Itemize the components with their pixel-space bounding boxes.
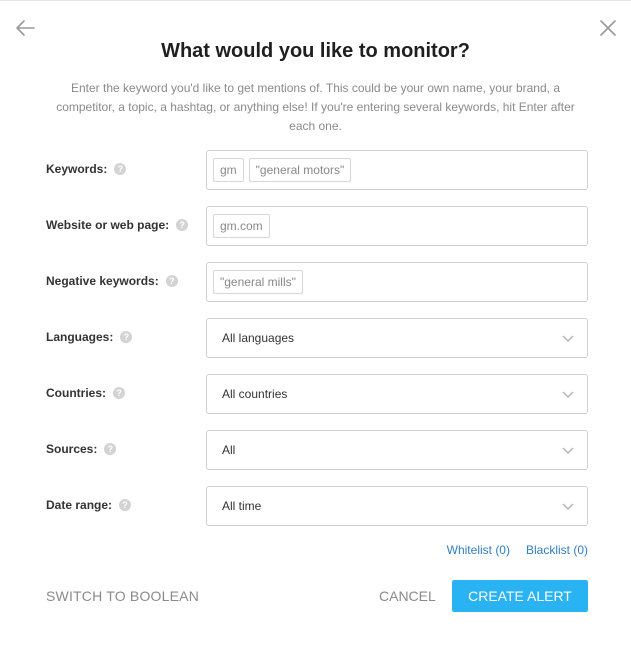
keywords-label: Keywords: ? xyxy=(46,162,127,176)
sources-select[interactable]: All xyxy=(206,430,588,470)
help-icon[interactable]: ? xyxy=(120,331,133,343)
negative-keywords-input[interactable]: "general mills" xyxy=(206,262,588,302)
cancel-button[interactable]: CANCEL xyxy=(379,588,436,604)
date-range-label: Date range: ? xyxy=(46,498,132,512)
website-tag[interactable]: gm.com xyxy=(213,214,270,238)
keywords-row: Keywords: ? gm "general motors" xyxy=(0,150,631,190)
languages-value: All languages xyxy=(222,331,295,345)
chevron-down-icon xyxy=(562,503,574,511)
website-input[interactable]: gm.com xyxy=(206,206,588,246)
date-range-label-text: Date range: xyxy=(46,498,113,512)
dialog-description: Enter the keyword you'd like to get ment… xyxy=(56,81,575,133)
create-alert-button[interactable]: CREATE ALERT xyxy=(452,580,588,612)
close-icon[interactable] xyxy=(598,18,618,38)
date-range-value: All time xyxy=(222,499,262,513)
negative-keyword-tag[interactable]: "general mills" xyxy=(213,270,303,294)
help-icon[interactable]: ? xyxy=(104,443,117,455)
countries-label: Countries: ? xyxy=(46,386,125,400)
sources-label-text: Sources: xyxy=(46,442,98,456)
countries-value: All countries xyxy=(222,387,288,401)
countries-row: Countries: ? All countries xyxy=(0,374,631,414)
keyword-tag[interactable]: "general motors" xyxy=(248,158,352,182)
negative-keywords-label: Negative keywords: ? xyxy=(46,274,178,288)
switch-to-boolean-button[interactable]: SWITCH TO BOOLEAN xyxy=(46,588,199,604)
sources-value: All xyxy=(222,443,236,457)
website-label: Website or web page: ? xyxy=(46,218,189,232)
keyword-tag[interactable]: gm xyxy=(213,158,244,182)
languages-select[interactable]: All languages xyxy=(206,318,588,358)
chevron-down-icon xyxy=(562,335,574,343)
countries-label-text: Countries: xyxy=(46,386,106,400)
date-range-select[interactable]: All time xyxy=(206,486,588,526)
languages-label-text: Languages: xyxy=(46,330,114,344)
help-icon[interactable]: ? xyxy=(113,387,125,399)
languages-row: Languages: ? All languages xyxy=(0,318,631,358)
help-icon[interactable]: ? xyxy=(176,219,189,231)
website-label-text: Website or web page: xyxy=(46,218,170,232)
countries-select[interactable]: All countries xyxy=(206,374,588,414)
keywords-label-text: Keywords: xyxy=(46,162,108,176)
languages-label: Languages: ? xyxy=(46,330,133,344)
chevron-down-icon xyxy=(562,447,574,455)
sources-row: Sources: ? All xyxy=(0,430,631,470)
negative-keywords-row: Negative keywords: ? "general mills" xyxy=(0,262,631,302)
help-icon[interactable]: ? xyxy=(119,499,132,511)
dialog-title: What would you like to monitor? xyxy=(161,40,470,62)
website-row: Website or web page: ? gm.com xyxy=(0,206,631,246)
blacklist-link[interactable]: Blacklist (0) xyxy=(526,543,588,557)
sources-label: Sources: ? xyxy=(46,442,117,456)
whitelist-link[interactable]: Whitelist (0) xyxy=(447,543,510,557)
keywords-input[interactable]: gm "general motors" xyxy=(206,150,588,190)
help-icon[interactable]: ? xyxy=(114,163,127,175)
list-links: Whitelist (0) Blacklist (0) xyxy=(447,543,588,557)
negative-keywords-label-text: Negative keywords: xyxy=(46,274,159,288)
help-icon[interactable]: ? xyxy=(165,275,178,287)
top-divider xyxy=(0,0,631,1)
date-range-row: Date range: ? All time xyxy=(0,486,631,526)
chevron-down-icon xyxy=(562,391,574,399)
back-arrow-icon[interactable] xyxy=(14,18,36,38)
